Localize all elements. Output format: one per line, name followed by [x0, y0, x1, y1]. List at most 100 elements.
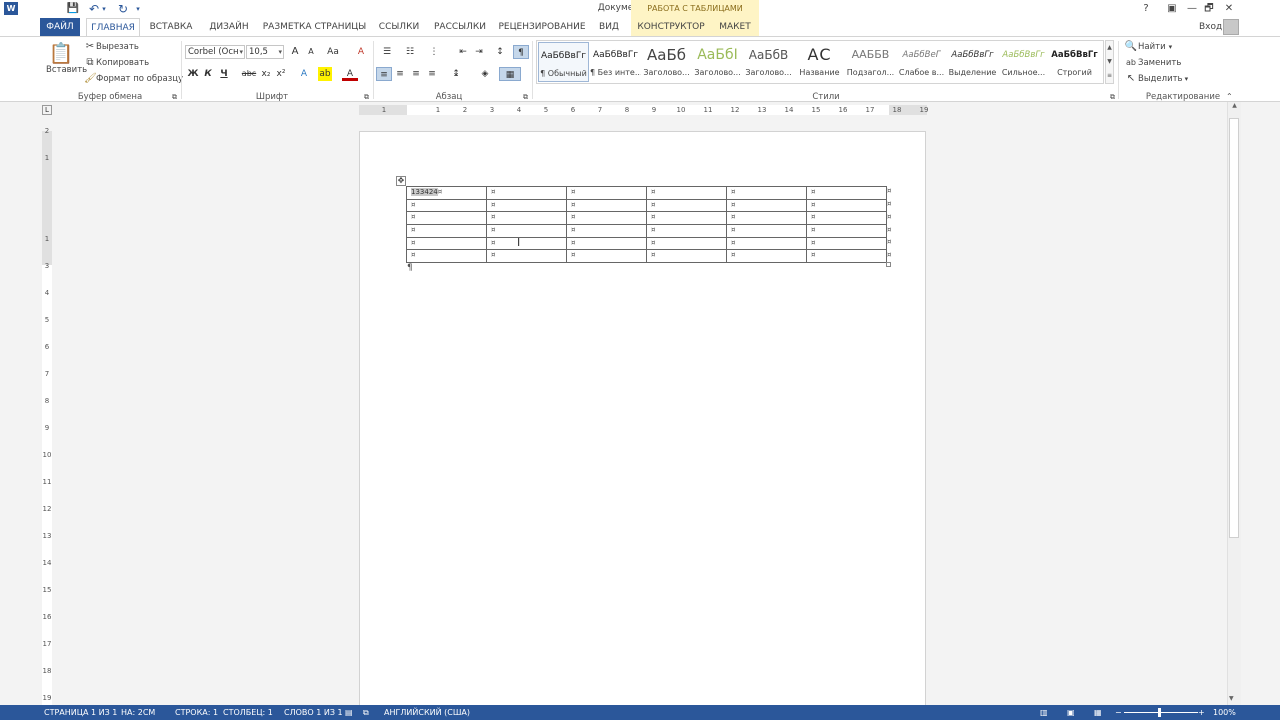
- style-heading-1[interactable]: АаБб Заголово...: [641, 42, 692, 82]
- style-normal[interactable]: АаБбВвГг ¶ Обычный: [538, 42, 589, 82]
- restore-button[interactable]: 🗗: [1199, 1, 1219, 16]
- tab-mailings[interactable]: РАССЫЛКИ: [430, 18, 490, 36]
- font-launcher-icon[interactable]: ⧉: [364, 93, 369, 102]
- table-cell[interactable]: ¤: [566, 224, 647, 238]
- table-cell[interactable]: 133424¤: [406, 186, 487, 200]
- table-cell[interactable]: ¤: [726, 198, 807, 213]
- table-cell[interactable]: ¤: [806, 211, 887, 226]
- scroll-up-icon[interactable]: ▲: [1228, 102, 1241, 109]
- table-cell[interactable]: ¤: [406, 224, 487, 238]
- tab-table-layout[interactable]: МАКЕТ: [711, 18, 759, 36]
- status-word-count[interactable]: СЛОВО 1 ИЗ 1: [284, 705, 343, 720]
- read-mode-icon[interactable]: ▥: [1040, 705, 1048, 720]
- style-intense-emphasis[interactable]: АаБбВвГг Сильное...: [998, 42, 1049, 82]
- table-cell[interactable]: ¤: [486, 211, 567, 226]
- zoom-slider[interactable]: [1124, 712, 1198, 713]
- proofing-icon[interactable]: ▤: [345, 705, 353, 720]
- table-resize-handle[interactable]: [886, 262, 891, 267]
- paragraph-launcher-icon[interactable]: ⧉: [523, 93, 528, 102]
- style-subtitle[interactable]: ААББВ Подзагол...: [845, 42, 896, 82]
- table-cell[interactable]: ¤: [646, 211, 727, 226]
- copy-button[interactable]: ⧉ Копировать: [84, 57, 149, 69]
- language-icon[interactable]: ⧉: [363, 705, 369, 720]
- table-cell[interactable]: ¤: [406, 198, 487, 213]
- styles-gallery-scroll[interactable]: ▲ ▼ ≡: [1105, 40, 1114, 84]
- table-cell[interactable]: ¤: [646, 198, 727, 213]
- table-cell[interactable]: ¤: [726, 211, 807, 226]
- numbering-icon[interactable]: ☷: [400, 45, 420, 59]
- sign-in-link[interactable]: Вход: [1199, 18, 1222, 36]
- shrink-font-button[interactable]: A: [303, 45, 319, 59]
- font-name-combo[interactable]: Corbel (Осн ▾: [185, 45, 245, 59]
- table-cell[interactable]: ¤: [566, 249, 647, 264]
- scrollbar-thumb[interactable]: [1229, 118, 1239, 538]
- table-cell[interactable]: ¤: [406, 249, 487, 264]
- tab-view[interactable]: ВИД: [594, 18, 624, 36]
- table-cell[interactable]: ¤: [646, 236, 727, 251]
- avatar[interactable]: [1223, 19, 1239, 35]
- table-move-handle[interactable]: ✥: [396, 176, 406, 186]
- table-cell[interactable]: ¤: [726, 186, 807, 200]
- select-button[interactable]: ↖ Выделить ▾: [1124, 73, 1188, 85]
- bold-button[interactable]: Ж: [185, 67, 201, 81]
- help-button[interactable]: ?: [1136, 1, 1156, 16]
- vertical-ruler[interactable]: 2 1 1 3 4 5 6 7 8 9 10 11 12 13 14 15 16…: [42, 127, 52, 705]
- scroll-down-icon[interactable]: ▼: [1229, 695, 1234, 702]
- clear-formatting-button[interactable]: A: [353, 45, 369, 59]
- italic-button[interactable]: К: [200, 67, 216, 81]
- styles-launcher-icon[interactable]: ⧉: [1110, 93, 1115, 102]
- tab-file[interactable]: ФАЙЛ: [40, 18, 80, 36]
- table-cell[interactable]: ¤: [566, 198, 647, 213]
- status-line[interactable]: СТРОКА: 1: [175, 705, 218, 720]
- collapse-ribbon-icon[interactable]: ⌃: [1226, 92, 1233, 101]
- increase-indent-icon[interactable]: ⇥: [471, 45, 487, 59]
- style-emphasis[interactable]: АаБбВвГг Выделение: [947, 42, 998, 82]
- tab-review[interactable]: РЕЦЕНЗИРОВАНИЕ: [497, 18, 587, 36]
- tab-table-design[interactable]: КОНСТРУКТОР: [631, 18, 711, 36]
- superscript-button[interactable]: x²: [273, 67, 289, 81]
- shading-icon[interactable]: ◈: [475, 67, 495, 81]
- table-cell[interactable]: ¤: [806, 224, 887, 238]
- sort-icon[interactable]: ↕: [492, 45, 508, 59]
- clipboard-launcher-icon[interactable]: ⧉: [172, 93, 177, 102]
- style-strong[interactable]: АаБбВвГг Строгий: [1049, 42, 1100, 82]
- grow-font-button[interactable]: A: [287, 45, 303, 59]
- decrease-indent-icon[interactable]: ⇤: [455, 45, 471, 59]
- change-case-button[interactable]: Aa: [323, 45, 343, 59]
- justify-icon[interactable]: ≡: [424, 67, 440, 81]
- line-spacing-icon[interactable]: ↨: [446, 67, 466, 81]
- table-cell[interactable]: ¤: [486, 198, 567, 213]
- table-cell[interactable]: ¤: [566, 186, 647, 200]
- close-button[interactable]: ✕: [1219, 1, 1239, 16]
- style-heading-2[interactable]: АаБбI Заголово...: [692, 42, 743, 82]
- table-cell[interactable]: ¤: [406, 211, 487, 226]
- zoom-out-icon[interactable]: −: [1115, 705, 1122, 720]
- cut-button[interactable]: ✂ Вырезать: [84, 41, 139, 53]
- font-size-combo[interactable]: 10,5 ▾: [246, 45, 284, 59]
- font-color-button[interactable]: A: [342, 67, 358, 81]
- paste-button[interactable]: 📋 Вставить: [46, 41, 87, 75]
- zoom-slider-thumb[interactable]: [1158, 708, 1161, 717]
- zoom-level[interactable]: 100%: [1213, 705, 1236, 720]
- tab-page-layout[interactable]: РАЗМЕТКА СТРАНИЦЫ: [262, 18, 367, 36]
- print-layout-icon[interactable]: ▣: [1067, 705, 1075, 720]
- style-title[interactable]: АС Название: [794, 42, 845, 82]
- ribbon-display-options-button[interactable]: ▣: [1162, 1, 1182, 16]
- text-effects-button[interactable]: A: [296, 67, 312, 81]
- format-painter-button[interactable]: 🖌 Формат по образцу: [84, 73, 183, 85]
- table-cell[interactable]: ¤: [726, 224, 807, 238]
- table-cell[interactable]: ¤: [566, 236, 647, 251]
- strikethrough-button[interactable]: abc: [240, 67, 258, 81]
- table-cell[interactable]: ¤: [726, 236, 807, 251]
- status-position[interactable]: НА: 2СМ: [121, 705, 155, 720]
- table-cell[interactable]: ¤: [486, 236, 567, 251]
- underline-button[interactable]: Ч: [216, 67, 232, 81]
- table-cell[interactable]: ¤: [806, 249, 887, 264]
- style-no-spacing[interactable]: АаБбВвГг ¶ Без инте...: [590, 42, 641, 82]
- table-cell[interactable]: ¤: [646, 186, 727, 200]
- table-cell[interactable]: ¤: [406, 236, 487, 251]
- align-left-icon[interactable]: ≡: [376, 67, 392, 81]
- style-subtle-emphasis[interactable]: АаБбВеГ Слабое в...: [896, 42, 947, 82]
- style-heading-3[interactable]: АаБбВ Заголово...: [743, 42, 794, 82]
- table-cell[interactable]: ¤: [646, 224, 727, 238]
